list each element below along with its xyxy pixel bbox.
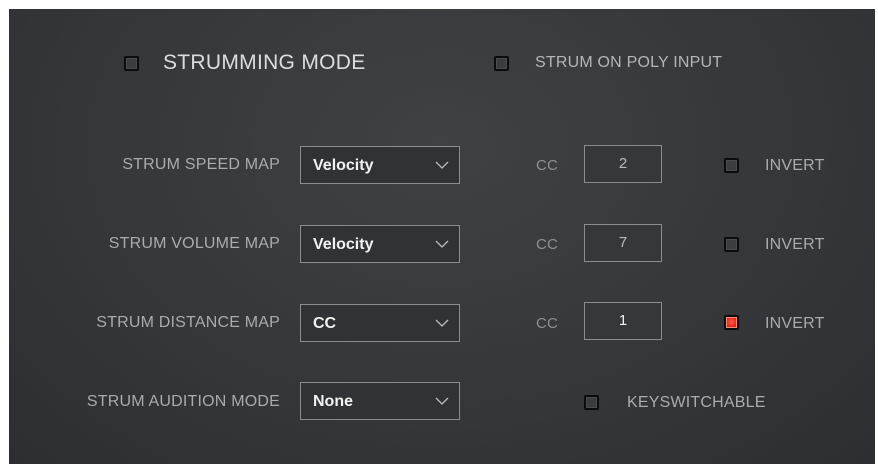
keyswitchable-checkbox[interactable]	[584, 395, 599, 410]
strum-audition-mode-value: None	[313, 393, 353, 410]
chevron-down-icon	[435, 240, 449, 248]
strum-speed-map-value: Velocity	[313, 157, 374, 174]
chevron-down-icon	[435, 161, 449, 169]
strum-distance-invert-checkbox[interactable]	[724, 315, 739, 330]
strum-volume-map-select[interactable]: Velocity	[300, 225, 460, 263]
strum-volume-map-value: Velocity	[313, 236, 374, 253]
strum-speed-cc-input[interactable]: 2	[584, 145, 662, 183]
strum-distance-map-select[interactable]: CC	[300, 304, 460, 342]
keyswitchable-label: KEYSWITCHABLE	[627, 394, 766, 411]
strum-speed-invert-checkbox[interactable]	[724, 158, 739, 173]
strum-settings-panel: STRUMMING MODE STRUM ON POLY INPUT STRUM…	[9, 9, 875, 464]
strumming-mode-checkbox[interactable]	[124, 56, 139, 71]
strum-speed-cc-label: CC	[536, 157, 559, 174]
strum-volume-cc-input[interactable]: 7	[584, 224, 662, 262]
chevron-down-icon	[435, 319, 449, 327]
strum-distance-invert-label: INVERT	[765, 315, 825, 332]
strum-volume-map-label: STRUM VOLUME MAP	[108, 235, 280, 252]
strum-distance-map-label: STRUM DISTANCE MAP	[96, 314, 280, 331]
strum-speed-map-select[interactable]: Velocity	[300, 146, 460, 184]
strum-speed-map-label: STRUM SPEED MAP	[122, 156, 280, 173]
strum-on-poly-input-checkbox[interactable]	[494, 56, 509, 71]
chevron-down-icon	[435, 397, 449, 405]
strumming-mode-label: STRUMMING MODE	[163, 51, 366, 74]
strum-audition-mode-label: STRUM AUDITION MODE	[86, 393, 280, 410]
strum-volume-invert-label: INVERT	[765, 236, 825, 253]
strum-on-poly-input-label: STRUM ON POLY INPUT	[535, 54, 723, 71]
strum-audition-mode-select[interactable]: None	[300, 382, 460, 420]
strum-speed-invert-label: INVERT	[765, 157, 825, 174]
strum-distance-map-value: CC	[313, 315, 337, 332]
strum-distance-cc-label: CC	[536, 315, 559, 332]
strum-distance-cc-input[interactable]: 1	[584, 302, 662, 340]
strum-volume-cc-label: CC	[536, 236, 559, 253]
strum-volume-invert-checkbox[interactable]	[724, 237, 739, 252]
